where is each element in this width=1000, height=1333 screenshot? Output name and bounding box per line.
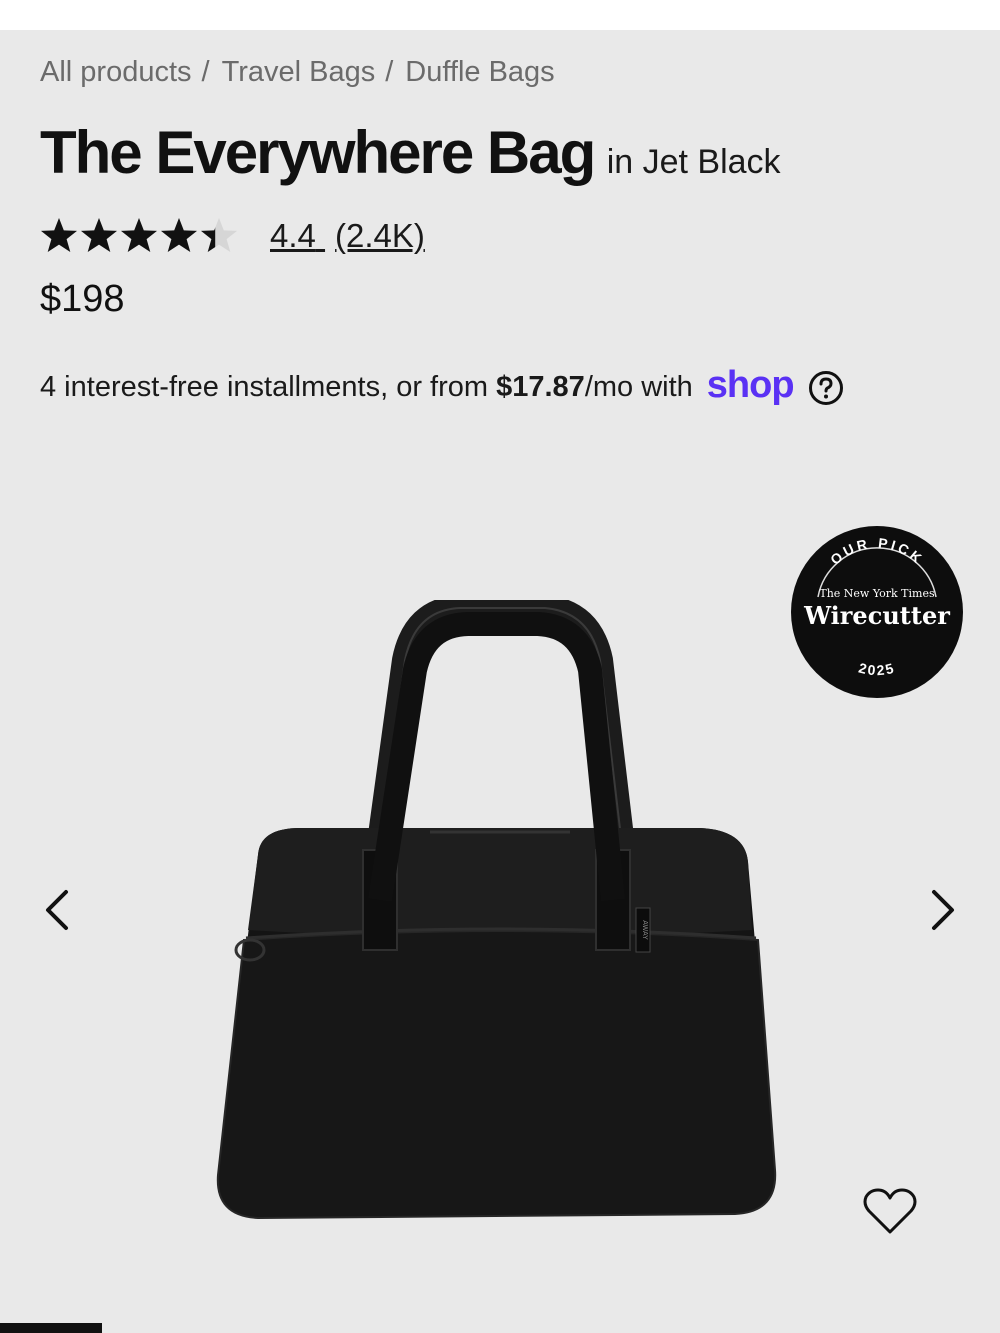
bag-logo: AWAY — [641, 920, 648, 940]
rating-stars — [40, 216, 240, 256]
product-title: The Everywhere Bag — [40, 119, 596, 186]
heart-outline-icon[interactable] — [862, 1186, 918, 1238]
product-title-row: The Everywhere Bag in Jet Black — [40, 118, 781, 187]
installments-suffix: /mo with — [584, 371, 693, 403]
chevron-right-icon[interactable] — [922, 880, 962, 940]
breadcrumb-separator: / — [201, 56, 210, 88]
star-icon — [41, 218, 77, 252]
product-image: AWAY — [216, 600, 777, 1220]
installments-amount: $17.87 — [496, 371, 585, 403]
installments-prefix: 4 interest-free installments, or from — [40, 371, 489, 403]
breadcrumb-travel-bags[interactable]: Travel Bags — [222, 56, 376, 88]
star-icon — [161, 218, 197, 252]
wirecutter-badge: OUR PICK The New York Times Wirecutter 2… — [791, 526, 963, 698]
question-circle-icon[interactable] — [808, 370, 844, 406]
breadcrumb: All products / Travel Bags / Duffle Bags — [40, 56, 555, 89]
chevron-left-icon[interactable] — [38, 880, 78, 940]
reviews-link[interactable]: 4.4 (2.4K) — [270, 217, 425, 255]
breadcrumb-all-products[interactable]: All products — [40, 56, 192, 88]
product-price: $198 — [40, 278, 125, 320]
shop-pay-logo: shop — [706, 364, 795, 406]
badge-publisher: The New York Times — [819, 587, 935, 600]
rating-row: 4.4 (2.4K) — [40, 216, 425, 256]
star-icon — [81, 218, 117, 252]
star-icon — [201, 218, 237, 252]
product-color-label: in Jet Black — [606, 143, 781, 181]
star-icon — [121, 218, 157, 252]
breadcrumb-duffle-bags[interactable]: Duffle Bags — [405, 56, 554, 88]
badge-name: Wirecutter — [803, 601, 950, 630]
rating-count: (2.4K) — [335, 217, 425, 254]
breadcrumb-separator: / — [385, 56, 394, 88]
carousel-progress-indicator — [0, 1323, 102, 1333]
rating-value: 4.4 — [270, 217, 316, 254]
installments-info: 4 interest-free installments, or from $1… — [40, 364, 844, 409]
